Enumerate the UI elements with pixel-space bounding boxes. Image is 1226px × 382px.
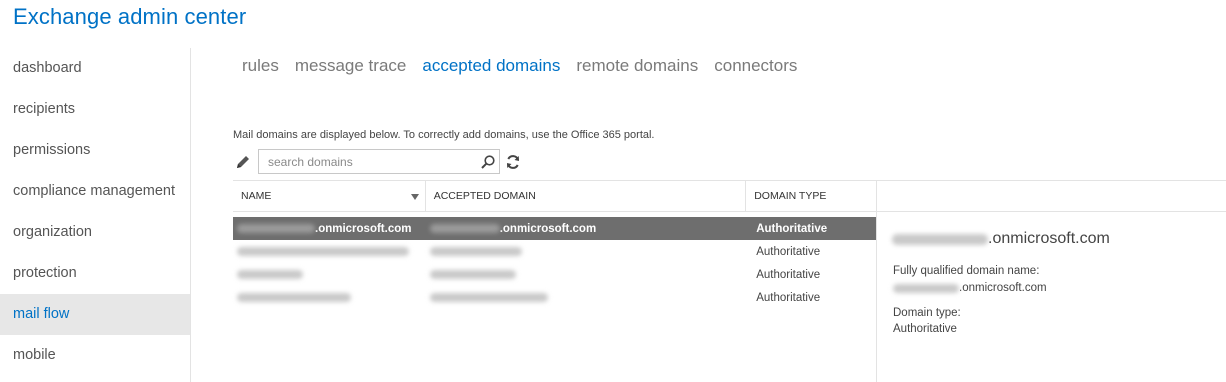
sidebar-item-dashboard[interactable]: dashboard [0,48,190,89]
cell-domain-type: Authoritative [756,222,828,235]
redacted-text [237,270,303,279]
column-header-label: NAME [241,190,272,202]
sidebar-item-mail-flow[interactable]: mail flow [0,294,190,335]
fqdn-value: .onmicrosoft.com [893,282,1047,294]
search-icon[interactable] [480,154,496,170]
table-body: .onmicrosoft.com .onmicrosoft.com Author… [233,217,876,309]
tab-accepted-domains[interactable]: accepted domains [422,56,560,76]
app-title: Exchange admin center [13,4,247,29]
cell-name [233,293,426,302]
info-text: Mail domains are displayed below. To cor… [233,129,655,141]
sidebar-item-permissions[interactable]: permissions [0,130,190,171]
redacted-text [237,224,315,233]
column-header-accepted-domain[interactable]: ACCEPTED DOMAIN [426,181,747,211]
redacted-text [429,270,516,279]
details-title-suffix: .onmicrosoft.com [988,230,1110,247]
cell-accepted-domain [426,293,747,302]
tab-rules[interactable]: rules [242,56,279,76]
column-header-label: DOMAIN TYPE [754,190,827,202]
redacted-text [237,293,351,302]
domain-suffix: .onmicrosoft.com [499,222,597,235]
table-row[interactable]: Authoritative [233,263,876,286]
column-header-label: ACCEPTED DOMAIN [433,190,536,202]
redacted-text [892,233,988,245]
tab-connectors[interactable]: connectors [714,56,797,76]
tab-message-trace[interactable]: message trace [295,56,407,76]
sidebar-item-compliance-management[interactable]: compliance management [0,171,190,212]
table-row[interactable]: Authoritative [233,240,876,263]
redacted-text [893,283,959,293]
cell-domain-type: Authoritative [756,245,821,258]
fqdn-label: Fully qualified domain name: [893,265,1040,277]
cell-domain-type: Authoritative [756,268,821,281]
pencil-icon[interactable] [233,152,253,172]
cell-domain-type: Authoritative [756,291,821,304]
sort-dropdown-icon[interactable] [410,194,419,200]
table-row[interactable]: Authoritative [233,286,876,309]
cell-name [233,270,426,279]
redacted-text [429,293,548,302]
table-header: NAME ACCEPTED DOMAIN DOMAIN TYPE [233,180,876,212]
sidebar-nav: dashboard recipients permissions complia… [0,48,191,382]
column-header-domain-type[interactable]: DOMAIN TYPE [746,181,876,211]
domain-type-label: Domain type: [893,307,961,319]
sidebar-item-protection[interactable]: protection [0,253,190,294]
cell-name: .onmicrosoft.com [233,223,426,235]
column-header-name[interactable]: NAME [233,181,426,211]
toolbar [233,149,521,174]
cell-accepted-domain [426,270,747,279]
domain-type-value: Authoritative [893,323,957,335]
details-title: .onmicrosoft.com [892,230,1110,248]
cell-accepted-domain [426,247,747,256]
redacted-text [429,247,522,256]
cell-accepted-domain: .onmicrosoft.com [426,223,747,235]
tab-remote-domains[interactable]: remote domains [576,56,698,76]
fqdn-suffix: .onmicrosoft.com [959,282,1047,294]
details-pane: .onmicrosoft.com Fully qualified domain … [877,180,1226,382]
sidebar-item-recipients[interactable]: recipients [0,89,190,130]
refresh-icon[interactable] [505,154,521,170]
sidebar-item-organization[interactable]: organization [0,212,190,253]
search-input[interactable] [259,150,499,173]
sidebar-item-mobile[interactable]: mobile [0,335,190,376]
divider [877,211,1226,212]
tab-bar: rules message trace accepted domains rem… [242,56,797,76]
redacted-text [429,224,500,233]
redacted-text [237,247,409,256]
cell-name [233,247,426,256]
search-box [258,149,500,174]
table-row[interactable]: .onmicrosoft.com .onmicrosoft.com Author… [233,217,876,240]
domains-table: NAME ACCEPTED DOMAIN DOMAIN TYPE .onmicr… [233,180,877,382]
name-suffix: .onmicrosoft.com [315,222,412,235]
